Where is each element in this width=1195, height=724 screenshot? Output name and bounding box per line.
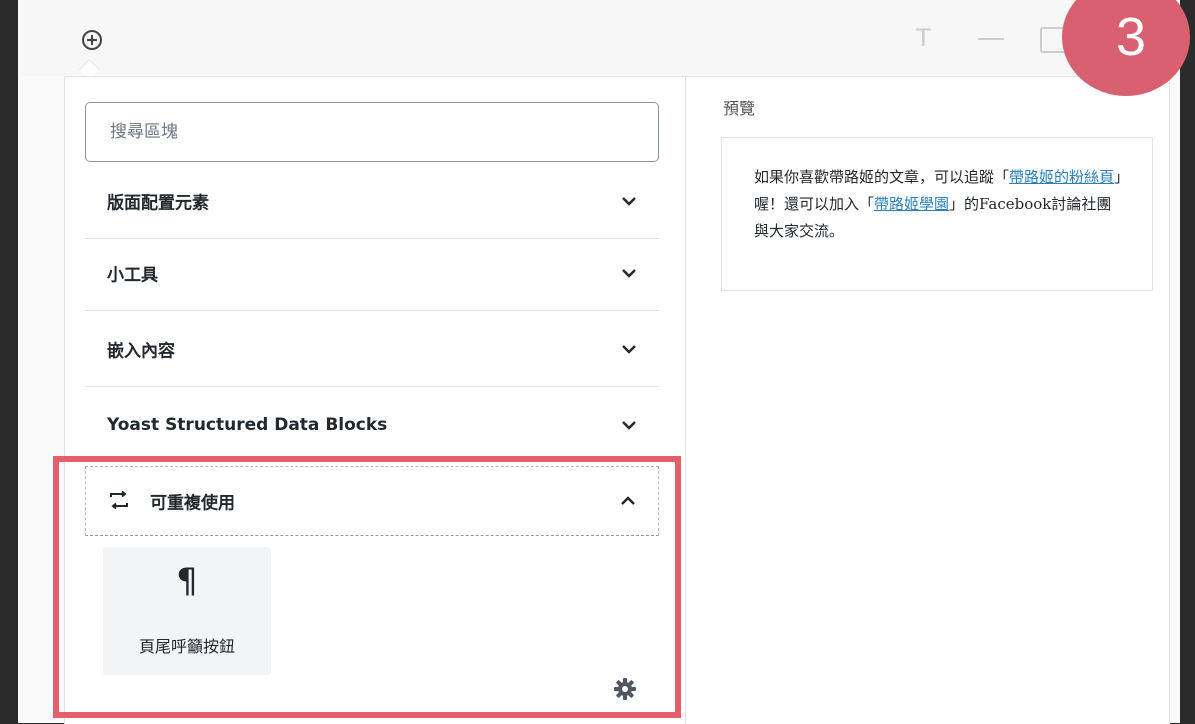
- category-label: 可重複使用: [150, 493, 235, 514]
- text-format-icon[interactable]: T: [916, 24, 931, 52]
- chevron-down-icon: [622, 268, 636, 278]
- preview-text: 如果你喜歡帶路姬的文章，可以追蹤「帶路姬的粉絲頁」喔！還可以加入「帶路姬學園」的…: [754, 164, 1126, 245]
- block-inserter-window: T 版面配置元素 小工具 嵌入內容: [18, 0, 1180, 724]
- category-layout-elements[interactable]: 版面配置元素: [85, 163, 659, 239]
- preview-panel: 如果你喜歡帶路姬的文章，可以追蹤「帶路姬的粉絲頁」喔！還可以加入「帶路姬學園」的…: [721, 137, 1153, 291]
- category-embeds[interactable]: 嵌入內容: [85, 311, 659, 387]
- chevron-down-icon: [622, 196, 636, 206]
- category-label: 小工具: [107, 265, 158, 285]
- circle-plus-icon[interactable]: [80, 28, 104, 52]
- category-label: 嵌入內容: [107, 341, 175, 361]
- chevron-up-icon: [621, 496, 635, 505]
- paragraph-icon: ¶: [176, 561, 198, 601]
- reusable-block-footer-cta[interactable]: ¶ 頁尾呼籲按鈕: [103, 547, 271, 675]
- chevron-down-icon: [622, 344, 636, 354]
- academy-link[interactable]: 帶路姬學園: [874, 195, 949, 213]
- fanpage-link[interactable]: 帶路姬的粉絲頁: [1009, 168, 1114, 186]
- category-yoast-structured-data[interactable]: Yoast Structured Data Blocks: [85, 387, 659, 463]
- category-label: 版面配置元素: [107, 193, 209, 213]
- category-label: Yoast Structured Data Blocks: [107, 415, 388, 435]
- editor-toolbar: T: [18, 0, 1180, 76]
- preview-text-part: 如果你喜歡帶路姬的文章，可以追蹤「: [754, 168, 1010, 186]
- block-list-column: 版面配置元素 小工具 嵌入內容 Yoast Structured Data Bl…: [65, 77, 685, 724]
- gear-icon[interactable]: [613, 677, 637, 701]
- reusable-block-icon: [110, 491, 128, 509]
- search-blocks-input[interactable]: [85, 102, 659, 162]
- inserter-popover: 版面配置元素 小工具 嵌入內容 Yoast Structured Data Bl…: [64, 76, 1170, 724]
- column-divider: [685, 77, 686, 724]
- block-label: 頁尾呼籲按鈕: [138, 637, 235, 656]
- preview-heading: 預覽: [723, 99, 756, 118]
- minus-icon[interactable]: [978, 38, 1004, 40]
- category-widgets[interactable]: 小工具: [85, 235, 659, 311]
- chevron-down-icon: [622, 421, 636, 430]
- category-reusable[interactable]: 可重複使用: [85, 466, 659, 536]
